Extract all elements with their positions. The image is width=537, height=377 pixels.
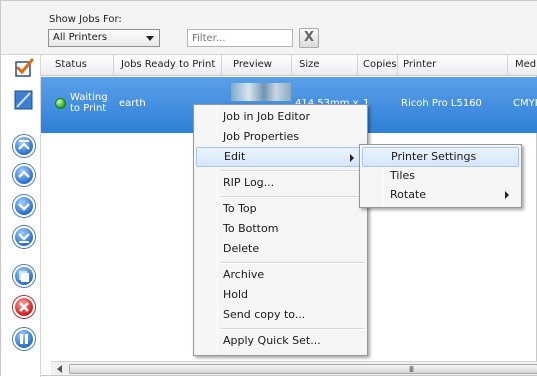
menu-item-edit[interactable]: Edit — [196, 147, 365, 167]
menu-item-archive[interactable]: Archive — [196, 265, 365, 285]
column-media[interactable]: Media — [515, 59, 537, 70]
context-menu: Job in Job Editor Job Properties Edit RI… — [193, 104, 368, 356]
status-ok-icon — [55, 98, 66, 109]
menu-item-rotate[interactable]: Rotate — [362, 185, 519, 205]
chevron-down-icon — [146, 36, 154, 41]
menu-item-to-bottom[interactable]: To Bottom — [196, 219, 365, 239]
column-divider[interactable] — [291, 55, 292, 76]
show-jobs-label: Show Jobs For: — [49, 14, 122, 25]
filter-bar: Show Jobs For: All Printers X — [1, 1, 537, 55]
job-preview-thumbnail — [231, 83, 291, 101]
edit-submenu: Printer Settings Tiles Rotate — [359, 144, 522, 208]
column-divider[interactable] — [357, 55, 358, 76]
submenu-arrow-icon — [505, 191, 509, 199]
menu-item-to-top[interactable]: To Top — [196, 199, 365, 219]
column-copies[interactable]: Copies — [363, 59, 397, 70]
job-media: CMYK — [513, 98, 537, 109]
clear-filter-button[interactable]: X — [299, 28, 319, 48]
checklist-icon[interactable] — [13, 57, 35, 79]
menu-item-edit-label: Edit — [224, 150, 246, 163]
copy-icon[interactable] — [13, 265, 35, 287]
column-printer[interactable]: Printer — [403, 59, 436, 70]
menu-item-job-properties[interactable]: Job Properties — [196, 127, 365, 147]
move-bottom-icon[interactable] — [13, 226, 35, 248]
menu-divider — [221, 262, 365, 264]
column-preview[interactable]: Preview — [233, 59, 272, 70]
column-divider[interactable] — [113, 55, 114, 76]
column-divider[interactable] — [221, 55, 222, 76]
job-table-header: Status Jobs Ready to Print Preview Size … — [41, 55, 537, 76]
left-toolbar — [1, 55, 41, 377]
menu-item-rotate-label: Rotate — [390, 188, 427, 201]
menu-item-hold[interactable]: Hold — [196, 285, 365, 305]
menu-divider — [221, 328, 365, 330]
column-jobs-ready[interactable]: Jobs Ready to Print — [121, 59, 215, 70]
move-up-icon[interactable] — [13, 164, 35, 186]
menu-item-send-copy[interactable]: Send copy to... — [196, 305, 365, 325]
pause-icon[interactable] — [13, 328, 35, 350]
job-status: Waiting to Print — [70, 92, 108, 114]
delete-icon[interactable] — [13, 296, 35, 318]
column-divider[interactable] — [507, 55, 508, 76]
job-printer: Ricoh Pro L5160 — [401, 98, 482, 109]
job-name: earth — [119, 98, 146, 109]
scrollbar-grip: III — [409, 365, 414, 374]
scroll-left-icon[interactable] — [57, 365, 62, 373]
printer-select-value: All Printers — [53, 32, 108, 43]
move-top-icon[interactable] — [13, 135, 35, 157]
scrollbar-thumb[interactable]: III — [69, 364, 537, 374]
job-queue-window: Show Jobs For: All Printers X — [0, 0, 537, 377]
filter-input[interactable] — [187, 29, 293, 47]
menu-item-tiles[interactable]: Tiles — [362, 166, 519, 186]
menu-item-job-in-job-editor[interactable]: Job in Job Editor — [196, 107, 365, 127]
menu-item-apply-quick-set[interactable]: Apply Quick Set... — [196, 331, 365, 351]
submenu-arrow-icon — [350, 154, 354, 162]
move-down-icon[interactable] — [13, 195, 35, 217]
menu-item-rip-log[interactable]: RIP Log... — [196, 173, 365, 193]
menu-item-delete[interactable]: Delete — [196, 239, 365, 259]
printer-select[interactable]: All Printers — [48, 29, 160, 47]
horizontal-scrollbar[interactable]: III — [51, 361, 537, 375]
column-divider[interactable] — [397, 55, 398, 76]
menu-divider — [221, 196, 365, 198]
menu-item-printer-settings[interactable]: Printer Settings — [362, 147, 519, 167]
edit-icon[interactable] — [13, 88, 35, 110]
menu-divider — [221, 170, 365, 172]
column-size[interactable]: Size — [299, 59, 320, 70]
column-status[interactable]: Status — [55, 59, 87, 70]
